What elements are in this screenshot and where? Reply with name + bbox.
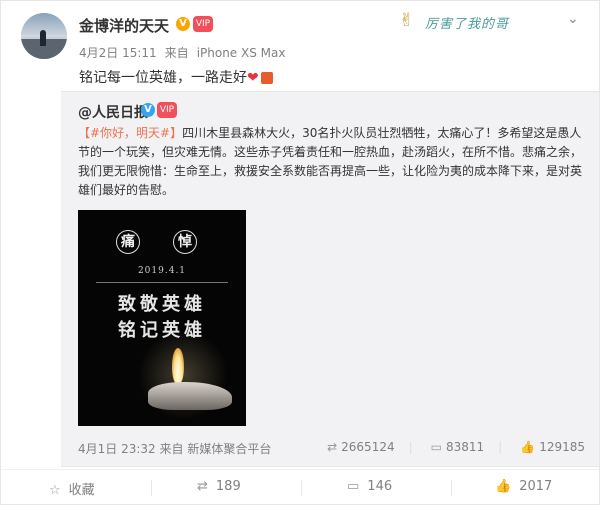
candle-wax — [148, 382, 232, 410]
stat-divider: | — [498, 440, 503, 454]
repost-author[interactable]: @人民日报 — [78, 102, 148, 122]
reposted-weibo: @人民日报 V VIP 【#你好，明天#】四川木里县森林大火，30名扑火队员壮烈… — [61, 91, 599, 467]
hashtag-link[interactable]: 【#你好，明天#】 — [78, 126, 182, 140]
repost-reposts[interactable]: ⇄ 2665124 — [327, 440, 395, 454]
repost-likes[interactable]: 👍 129185 — [520, 440, 585, 454]
repost-comments[interactable]: ▭ 83811 — [431, 440, 485, 454]
toolbar-divider — [151, 480, 152, 496]
comment-icon: ▭ — [430, 440, 442, 454]
weibo-post-card: 金博洋的天天 V VIP 4月2日 15:11 来自 iPhone XS Max ✌… — [0, 0, 600, 505]
image-date-rule — [96, 282, 228, 283]
image-line-1: 致敬英雄 — [118, 294, 206, 315]
avatar[interactable] — [21, 13, 67, 59]
repost-text: 【#你好，明天#】四川木里县森林大火，30名扑火队员壮烈牺牲，太痛心了！多希望这… — [78, 124, 583, 200]
repost-icon: ⇄ — [197, 479, 208, 494]
candle-emoji-icon — [260, 72, 273, 84]
chevron-down-icon[interactable]: ⌄ — [567, 11, 579, 27]
repost-count: 189 — [215, 479, 241, 494]
banner-text: 厉害了我的哥 — [425, 17, 510, 32]
vip-badge-icon[interactable]: VIP — [193, 16, 213, 32]
repost-verified-badge-icon[interactable]: V — [141, 103, 155, 117]
like-button[interactable]: 👍 2017 — [495, 479, 552, 494]
heart-emoji-icon: ❤ — [247, 70, 259, 86]
image-date: 2019.4.1 — [137, 266, 187, 276]
repost-likes-count: 129185 — [539, 440, 585, 454]
post-device: iPhone XS Max — [196, 46, 286, 60]
candle-flame — [172, 348, 184, 384]
clapping-hands-icon: ✌ — [399, 10, 415, 31]
username[interactable]: 金博洋的天天 — [79, 15, 169, 36]
repost-meta: 4月1日 23:32 来自 新媒体聚合平台 — [78, 440, 271, 457]
toolbar-divider — [451, 480, 452, 496]
thumbs-up-icon: 👍 — [495, 479, 512, 494]
repost-stats: ⇄ 2665124 | ▭ 83811 | 👍 129185 — [309, 440, 585, 454]
avatar-figure — [40, 30, 46, 46]
repost-icon: ⇄ — [327, 440, 338, 454]
post-text: 铭记每一位英雄，一路走好❤ — [79, 67, 273, 87]
favorite-button[interactable]: ☆ 收藏 — [49, 479, 95, 498]
repost-source: 来自 新媒体聚合平台 — [159, 442, 272, 456]
repost-button[interactable]: ⇄ 189 — [197, 479, 241, 494]
post-meta: 4月2日 15:11 来自 iPhone XS Max — [79, 44, 293, 61]
favorite-label: 收藏 — [68, 483, 95, 498]
action-toolbar: ☆ 收藏 ⇄ 189 ▭ 146 👍 2017 — [1, 469, 599, 506]
repost-vip-badge-icon[interactable]: VIP — [157, 102, 177, 118]
repost-image[interactable]: 痛 悼 2019.4.1 致敬英雄 铭记英雄 — [78, 210, 246, 426]
repost-date[interactable]: 4月1日 23:32 — [78, 442, 156, 456]
star-icon: ☆ — [49, 483, 61, 498]
toolbar-divider — [301, 480, 302, 496]
image-char-2: 悼 — [173, 230, 197, 254]
source-label: 来自 — [164, 46, 189, 60]
stat-divider: | — [408, 440, 413, 454]
repost-comments-count: 83811 — [446, 440, 485, 454]
image-char-1: 痛 — [116, 230, 140, 254]
like-count: 2017 — [519, 479, 553, 494]
repost-reposts-count: 2665124 — [341, 440, 395, 454]
comment-button[interactable]: ▭ 146 — [347, 479, 392, 494]
comment-count: 146 — [367, 479, 393, 494]
post-date[interactable]: 4月2日 15:11 — [79, 46, 157, 60]
thumbs-up-icon: 👍 — [520, 440, 536, 454]
verified-badge-icon[interactable]: V — [176, 17, 190, 31]
comment-icon: ▭ — [347, 479, 360, 494]
post-body: 铭记每一位英雄，一路走好 — [79, 70, 247, 86]
card-decoration-banner[interactable]: ✌ 厉害了我的哥 — [399, 8, 549, 34]
